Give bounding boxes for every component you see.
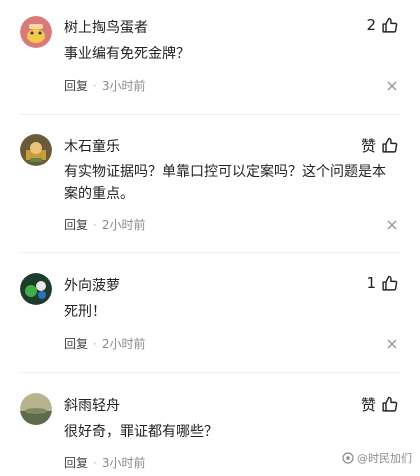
timestamp: 3小时前 [101, 456, 146, 470]
avatar[interactable] [20, 393, 52, 425]
divider [20, 252, 400, 253]
comment-text: 死刑！ [64, 304, 106, 320]
avatar[interactable] [20, 134, 52, 166]
watermark-text: @时民加们 [357, 452, 412, 465]
comment-text: 有实物证据吗？单靠口控可以定案吗？这个问题是本案的重点。 [64, 164, 386, 202]
separator: · [93, 217, 97, 232]
like-count: 1 [366, 274, 376, 292]
watermark-logo-icon [342, 452, 354, 464]
divider [20, 372, 400, 373]
like-button[interactable]: 2 [366, 16, 398, 34]
like-count: 赞 [360, 396, 376, 414]
comment-meta: 回复 · 3小时前 [64, 454, 145, 471]
comment-meta: 回复 · 3小时前 [64, 77, 145, 94]
thumbs-up-icon [382, 17, 398, 33]
comment-meta: 回复 · 2小时前 [64, 335, 145, 352]
reply-button[interactable]: 回复 [64, 77, 88, 94]
like-button[interactable]: 1 [366, 274, 398, 292]
thumbs-up-icon [382, 137, 398, 153]
like-button[interactable]: 赞 [361, 394, 398, 415]
reply-button[interactable]: 回复 [64, 335, 88, 352]
like-button[interactable]: 赞 [361, 135, 398, 156]
close-icon[interactable] [386, 80, 398, 92]
comment-text: 事业编有免死金牌？ [64, 46, 190, 62]
username[interactable]: 外向菠萝 [64, 275, 120, 295]
timestamp: 2小时前 [101, 337, 146, 351]
comment-text: 很好奇，罪证都有哪些？ [64, 424, 218, 440]
thumbs-up-icon [382, 396, 398, 412]
username[interactable]: 树上掏鸟蛋者 [64, 17, 148, 37]
separator: · [93, 336, 97, 351]
close-icon[interactable] [386, 338, 398, 350]
comment-meta: 回复 · 2小时前 [64, 216, 145, 233]
avatar[interactable] [20, 16, 52, 48]
timestamp: 3小时前 [101, 79, 146, 93]
username[interactable]: 斜雨轻舟 [64, 395, 120, 415]
like-count: 赞 [360, 137, 376, 155]
timestamp: 2小时前 [101, 218, 146, 232]
separator: · [93, 78, 97, 93]
like-count: 2 [366, 16, 376, 34]
divider [20, 114, 400, 115]
username[interactable]: 木石童乐 [64, 136, 120, 156]
avatar[interactable] [20, 273, 52, 305]
separator: · [93, 455, 97, 470]
reply-button[interactable]: 回复 [64, 454, 88, 471]
watermark: @时民加们 [342, 450, 412, 466]
close-icon[interactable] [386, 219, 398, 231]
thumbs-up-icon [382, 275, 398, 291]
reply-button[interactable]: 回复 [64, 216, 88, 233]
